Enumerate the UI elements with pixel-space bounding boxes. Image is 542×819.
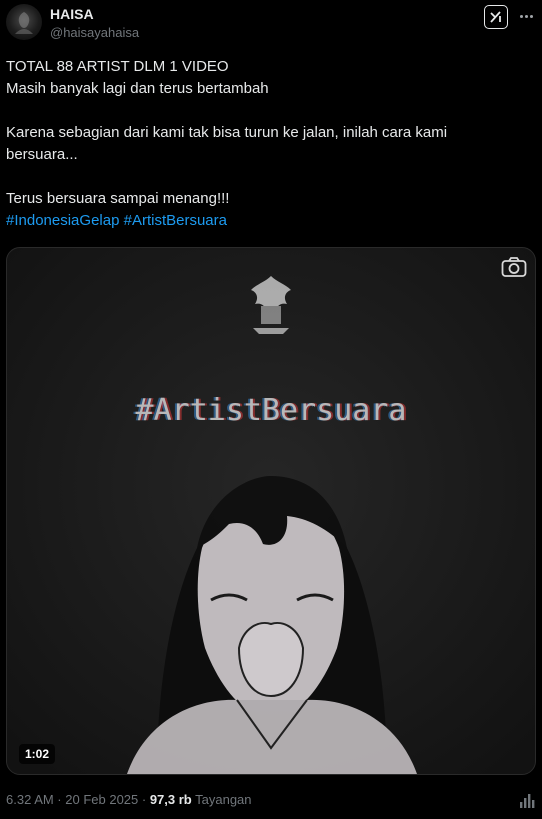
hashtag-link[interactable]: #IndonesiaGelap (6, 212, 119, 229)
post-text: TOTAL 88 ARTIST DLM 1 VIDEO Masih banyak… (6, 56, 536, 232)
avatar[interactable] (6, 4, 42, 40)
more-button[interactable] (516, 6, 536, 26)
timestamp[interactable]: 6.32 AM · 20 Feb 2025 · (6, 792, 146, 807)
more-icon (519, 14, 533, 18)
post-line: TOTAL 88 ARTIST DLM 1 VIDEO (6, 58, 229, 75)
post-meta: 6.32 AM · 20 Feb 2025 · 97,3 rb Tayangan (6, 792, 252, 807)
post-line: Karena sebagian dari kami tak bisa turun… (6, 124, 448, 141)
video-duration: 1:02 (19, 744, 56, 764)
views-label: Tayangan (195, 792, 252, 807)
hashtag-line: #IndonesiaGelap #ArtistBersuara (6, 210, 536, 232)
video-player[interactable]: #ArtistBersuara 1:02 (6, 247, 536, 775)
post-line-blank (6, 100, 536, 122)
post-line-blank (6, 166, 536, 188)
author-handle[interactable]: @haisayahaisa (50, 25, 139, 40)
grok-icon (490, 11, 501, 23)
post-line: Masih banyak lagi dan terus bertambah (6, 80, 269, 97)
post-line: bersuara... (6, 146, 78, 163)
grok-button[interactable] (484, 5, 508, 29)
video-overlay-title: #ArtistBersuara (135, 393, 407, 428)
video-thumbnail (7, 248, 535, 774)
views-count: 97,3 rb (149, 792, 192, 807)
author-name[interactable]: HAISA (50, 6, 94, 22)
post-line: Terus bersuara sampai menang!!! (6, 190, 230, 207)
camera-icon[interactable] (501, 256, 527, 278)
stats-icon[interactable] (518, 792, 536, 810)
hashtag-link[interactable]: #ArtistBersuara (124, 212, 227, 229)
